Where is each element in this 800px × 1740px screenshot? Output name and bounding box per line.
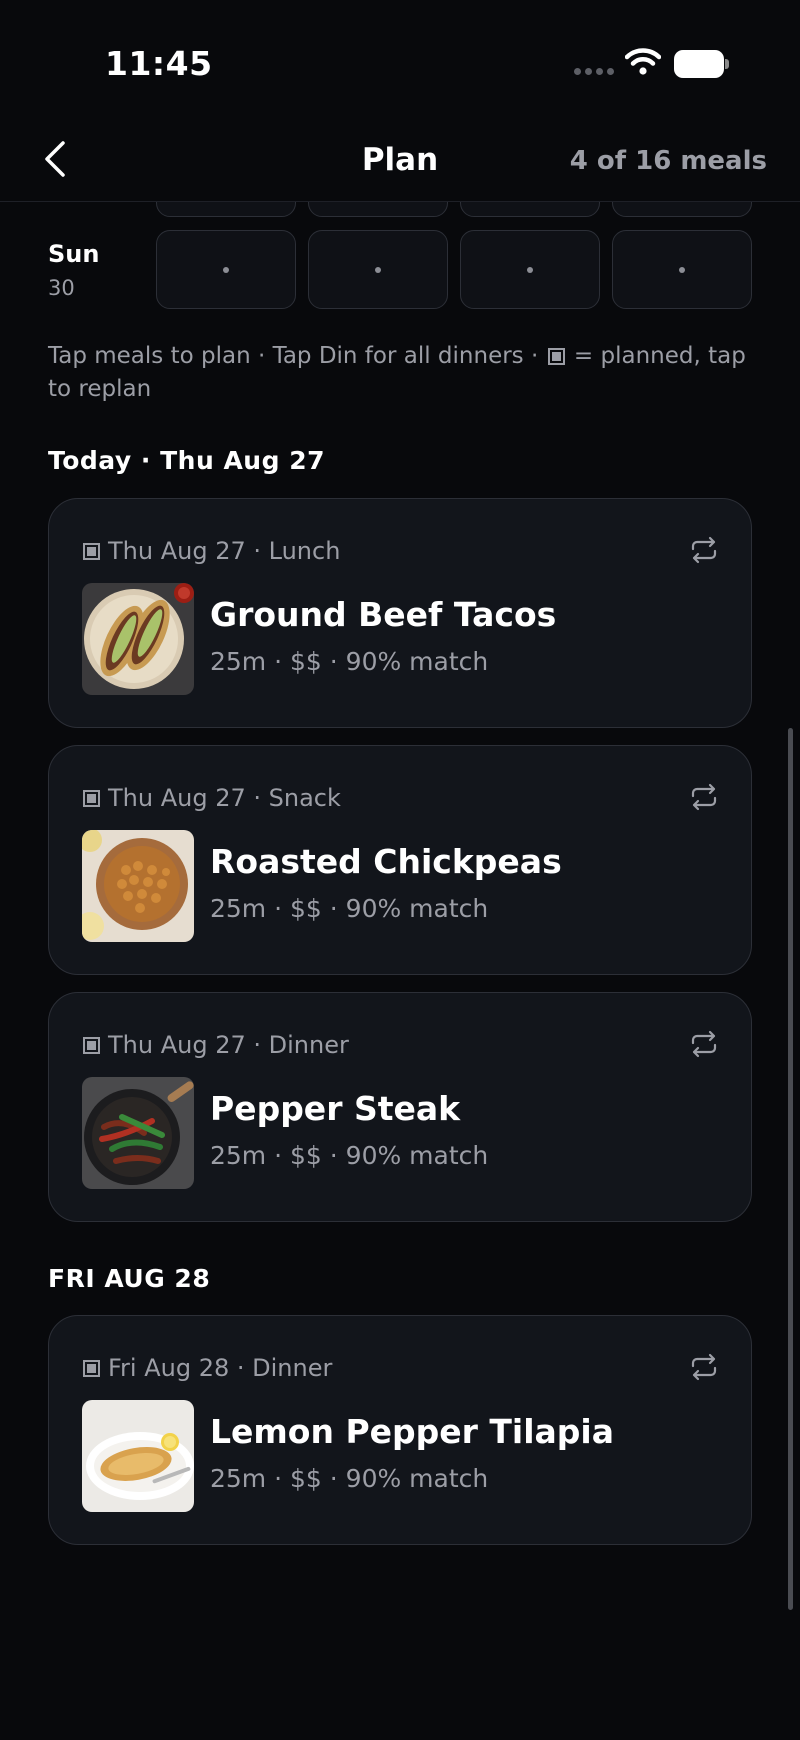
replan-icon[interactable] — [689, 1352, 719, 1382]
day-label: Sun — [48, 240, 100, 268]
meal-title: Roasted Chickpeas — [210, 842, 562, 881]
replan-icon[interactable] — [689, 782, 719, 812]
planned-square-icon — [83, 542, 100, 560]
meal-card[interactable]: Thu Aug 27 · Snack Roasted Chickpeas 25m… — [48, 745, 752, 975]
section-heading-today: Today · Thu Aug 27 — [48, 446, 325, 475]
status-bar: 11:45 — [0, 0, 800, 120]
empty-slot-dot — [679, 266, 685, 273]
meal-slot[interactable] — [308, 230, 448, 309]
meal-slot[interactable] — [156, 230, 296, 309]
planned-square-icon — [83, 789, 100, 807]
planned-square-icon — [547, 348, 565, 365]
planned-square-icon — [83, 1036, 100, 1054]
chickpeas-photo — [82, 830, 194, 942]
meal-meta: Thu Aug 27 · Lunch — [108, 537, 341, 565]
meal-title: Lemon Pepper Tilapia — [210, 1412, 615, 1451]
plan-scroll-area[interactable]: 29 Sun 30 Tap meals to plan · Tap Din fo… — [0, 202, 800, 1740]
status-time: 11:45 — [105, 44, 213, 83]
meal-slot[interactable] — [156, 202, 296, 217]
meal-info: 25m · $$ · 90% match — [210, 1141, 489, 1170]
tilapia-photo — [82, 1400, 194, 1512]
meal-slot[interactable] — [612, 202, 752, 217]
meal-meta: Thu Aug 27 · Dinner — [108, 1031, 349, 1059]
empty-slot-dot — [527, 266, 533, 273]
replan-icon[interactable] — [689, 1029, 719, 1059]
replan-icon[interactable] — [689, 535, 719, 565]
meal-slot[interactable] — [308, 202, 448, 217]
plan-screen: 11:45 Plan 4 of 16 meals 29 — [0, 0, 800, 1740]
tacos-photo — [82, 583, 194, 695]
meal-meta: Fri Aug 28 · Dinner — [108, 1354, 333, 1382]
calendar-row-sat: 29 — [48, 202, 752, 218]
meal-title: Ground Beef Tacos — [210, 595, 557, 634]
empty-slot-dot — [223, 266, 229, 273]
navigation-bar: Plan 4 of 16 meals — [0, 120, 800, 202]
section-heading-fri: FRI AUG 28 — [48, 1264, 211, 1293]
calendar-row-sun: Sun 30 — [48, 230, 752, 310]
pepper-steak-photo — [82, 1077, 194, 1189]
meal-slot[interactable] — [460, 230, 600, 309]
cellular-signal-icon — [574, 68, 614, 75]
planning-hint: Tap meals to plan · Tap Din for all dinn… — [48, 343, 746, 402]
scrollbar[interactable] — [788, 728, 793, 1610]
meal-info: 25m · $$ · 90% match — [210, 1464, 489, 1493]
wifi-icon — [625, 48, 661, 75]
meal-info: 25m · $$ · 90% match — [210, 894, 489, 923]
meal-meta: Thu Aug 27 · Snack — [108, 784, 341, 812]
planned-square-icon — [83, 1359, 100, 1377]
meal-info: 25m · $$ · 90% match — [210, 647, 489, 676]
meal-card[interactable]: Fri Aug 28 · Dinner Lemon Pepper Tilapia — [48, 1315, 752, 1545]
day-number: 30 — [48, 276, 75, 300]
planned-meal-count: 4 of 16 meals — [569, 146, 767, 176]
meal-slot[interactable] — [612, 230, 752, 309]
meal-slot[interactable] — [460, 202, 600, 217]
empty-slot-dot — [375, 266, 381, 273]
meal-card[interactable]: Thu Aug 27 · Dinner Pepper Steak 25m · $… — [48, 992, 752, 1222]
meal-card[interactable]: Thu Aug 27 · Lunch Ground Beef Tacos 25m… — [48, 498, 752, 728]
meal-title: Pepper Steak — [210, 1089, 461, 1128]
battery-icon — [674, 50, 729, 78]
